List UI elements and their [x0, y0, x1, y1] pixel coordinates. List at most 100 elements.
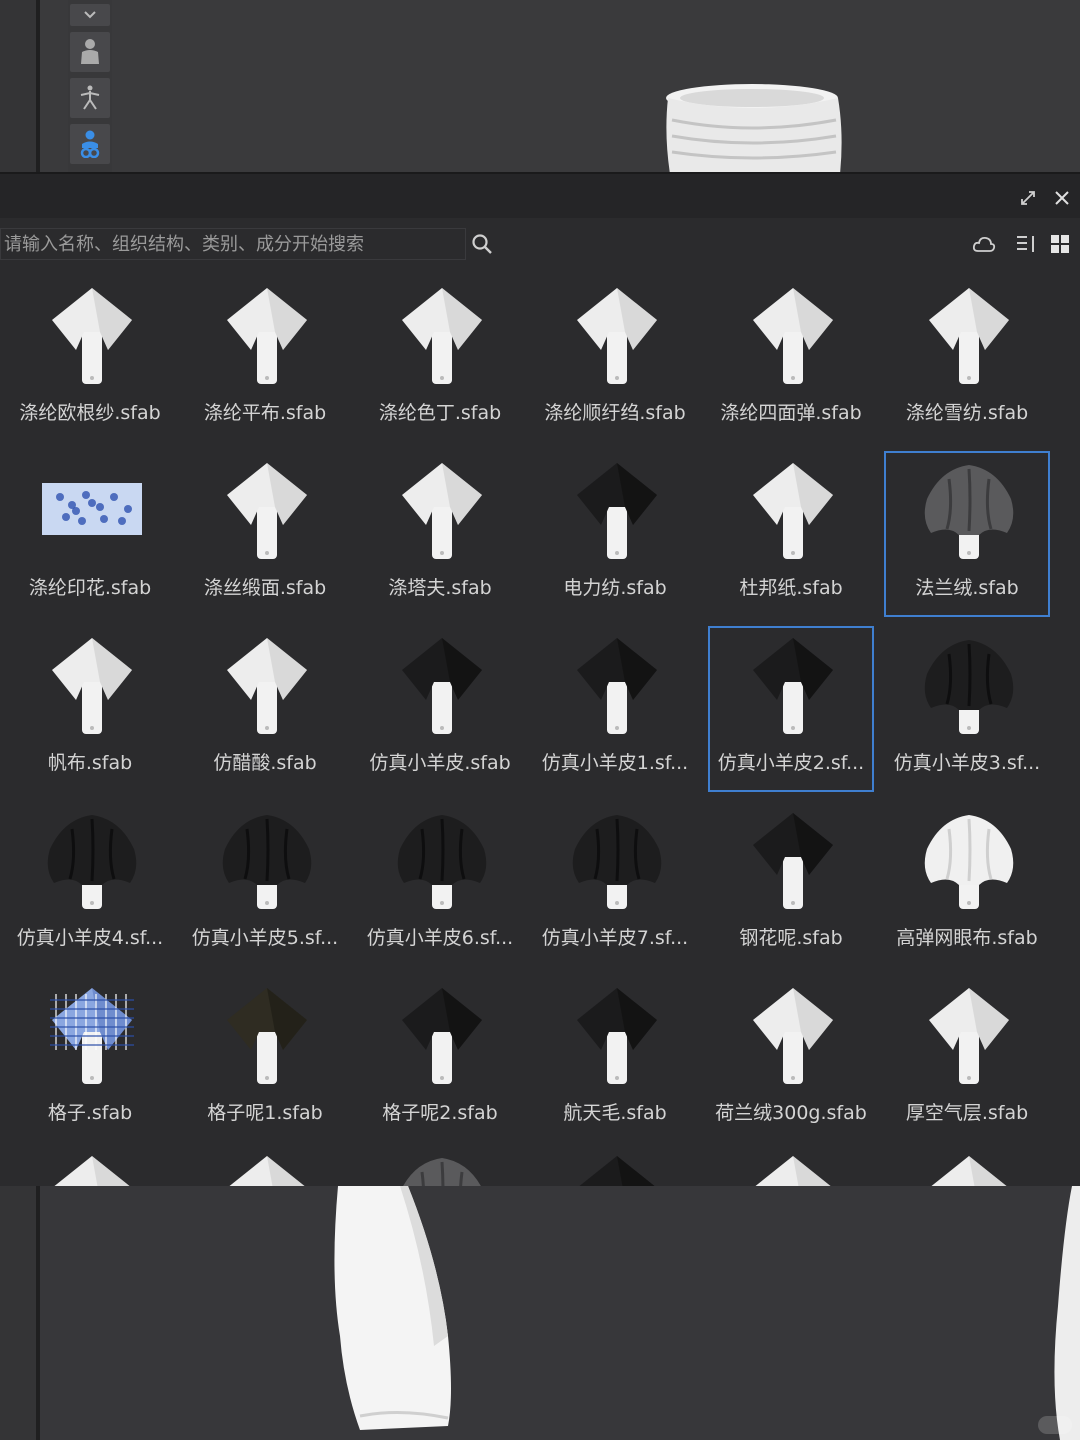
- fabric-item[interactable]: 帆布.sfab: [7, 626, 173, 792]
- fabric-thumbnail: [217, 809, 317, 909]
- fabric-label: 杜邦纸.sfab: [739, 577, 843, 599]
- fabric-avatar-button[interactable]: [70, 124, 110, 164]
- fabric-thumbnail-partial: [392, 1152, 492, 1186]
- fabric-label: 仿真小羊皮3.sf...: [893, 752, 1041, 774]
- expand-icon: [1021, 191, 1035, 205]
- fabric-item[interactable]: 格子呢1.sfab: [182, 976, 348, 1142]
- fabric-item[interactable]: 涤塔夫.sfab: [357, 451, 523, 617]
- cloud-icon: [972, 236, 996, 252]
- close-icon: [1055, 191, 1069, 205]
- fabric-thumbnail: [217, 634, 317, 734]
- fabric-grid: 涤纶欧根纱.sfab 涤纶平布.sfab 涤纶色丁.sfab 涤纶顺纡绉.sfa…: [0, 276, 1080, 1186]
- fabric-item[interactable]: 仿真小羊皮6.sf...: [357, 801, 523, 967]
- fabric-label: 仿真小羊皮2.sf...: [717, 752, 865, 774]
- fabric-item[interactable]: 涤纶顺纡绉.sfab: [532, 276, 698, 442]
- fabric-item[interactable]: 涤纶印花.sfab: [7, 451, 173, 617]
- fabric-item[interactable]: 法兰绒.sfab: [884, 451, 1050, 617]
- fabric-label: 电力纺.sfab: [563, 577, 667, 599]
- skeleton-icon: [80, 85, 100, 110]
- fabric-thumbnail: [42, 984, 142, 1084]
- garment-waist-render: [666, 84, 842, 172]
- fabric-thumbnail: [919, 984, 1019, 1084]
- fabric-item[interactable]: 涤纶平布.sfab: [182, 276, 348, 442]
- fabric-label: 航天毛.sfab: [563, 1102, 667, 1124]
- fabric-thumbnail-partial: [42, 1152, 142, 1186]
- fabric-thumbnail: [743, 284, 843, 384]
- fabric-thumbnail: [567, 984, 667, 1084]
- collapse-toolbar-button[interactable]: [70, 4, 110, 26]
- left-side-strip: [0, 0, 40, 172]
- chevron-down-icon: [84, 11, 96, 19]
- fabric-thumbnail-partial: [567, 1152, 667, 1186]
- close-panel-button[interactable]: [1050, 186, 1074, 210]
- fabric-label: 涤纶色丁.sfab: [378, 402, 502, 424]
- fabric-label: 涤纶平布.sfab: [203, 402, 327, 424]
- fabric-thumbnail: [567, 459, 667, 559]
- fabric-item[interactable]: 涤丝缎面.sfab: [182, 451, 348, 617]
- fabric-item[interactable]: 仿醋酸.sfab: [182, 626, 348, 792]
- fabric-label: 格子呢1.sfab: [207, 1102, 323, 1124]
- fabric-thumbnail: [42, 284, 142, 384]
- fabric-item[interactable]: 仿真小羊皮.sfab: [357, 626, 523, 792]
- fabric-library-panel: 涤纶欧根纱.sfab 涤纶平布.sfab 涤纶色丁.sfab 涤纶顺纡绉.sfa…: [0, 172, 1080, 1186]
- fabric-thumbnail: [392, 634, 492, 734]
- fabric-item[interactable]: 涤纶色丁.sfab: [357, 276, 523, 442]
- fabric-item[interactable]: 格子呢2.sfab: [357, 976, 523, 1142]
- fabric-thumbnail: [42, 809, 142, 909]
- fabric-label: 涤纶顺纡绉.sfab: [544, 402, 686, 424]
- panel-titlebar: [0, 172, 1080, 218]
- skeleton-button[interactable]: [70, 78, 110, 118]
- fabric-label: 高弹网眼布.sfab: [896, 927, 1038, 949]
- fabric-item[interactable]: 仿真小羊皮4.sf...: [7, 801, 173, 967]
- fabric-thumbnail-partial: [743, 1152, 843, 1186]
- fabric-item[interactable]: 仿真小羊皮1.sf...: [532, 626, 698, 792]
- search-button[interactable]: [468, 230, 496, 258]
- fabric-item[interactable]: 电力纺.sfab: [532, 451, 698, 617]
- fabric-item[interactable]: 涤纶欧根纱.sfab: [7, 276, 173, 442]
- fabric-thumbnail: [392, 984, 492, 1084]
- fabric-label: 荷兰绒300g.sfab: [715, 1102, 867, 1124]
- fabric-item[interactable]: 涤纶雪纺.sfab: [884, 276, 1050, 442]
- grid-view-button[interactable]: [1046, 230, 1074, 258]
- fabric-thumbnail: [42, 459, 142, 559]
- fabric-label: 仿真小羊皮7.sf...: [541, 927, 689, 949]
- watermark-badge: [1038, 1416, 1072, 1434]
- fabric-item[interactable]: 仿真小羊皮2.sf...: [708, 626, 874, 792]
- fabric-thumbnail-partial: [217, 1152, 317, 1186]
- fabric-thumbnail: [743, 459, 843, 559]
- fabric-thumbnail: [743, 809, 843, 909]
- fabric-item[interactable]: 荷兰绒300g.sfab: [708, 976, 874, 1142]
- fabric-label: 仿真小羊皮4.sf...: [16, 927, 164, 949]
- fabric-item[interactable]: 航天毛.sfab: [532, 976, 698, 1142]
- list-view-button[interactable]: [1012, 230, 1040, 258]
- avatar-toolbar: [68, 0, 112, 172]
- left-side-strip-bottom: [0, 1186, 40, 1440]
- fabric-label: 法兰绒.sfab: [915, 577, 1019, 599]
- fabric-label: 涤纶印花.sfab: [28, 577, 152, 599]
- fabric-item[interactable]: 涤纶四面弹.sfab: [708, 276, 874, 442]
- garment-sleeve-render: [334, 1186, 451, 1430]
- fabric-label: 帆布.sfab: [47, 752, 133, 774]
- expand-panel-button[interactable]: [1016, 186, 1040, 210]
- fabric-thumbnail: [392, 459, 492, 559]
- fabric-label: 钢花呢.sfab: [739, 927, 843, 949]
- fabric-item[interactable]: 仿真小羊皮5.sf...: [182, 801, 348, 967]
- fabric-item[interactable]: 钢花呢.sfab: [708, 801, 874, 967]
- fabric-thumbnail: [217, 459, 317, 559]
- fabric-item[interactable]: 仿真小羊皮7.sf...: [532, 801, 698, 967]
- search-icon: [472, 234, 492, 254]
- fabric-label: 仿醋酸.sfab: [213, 752, 317, 774]
- fabric-thumbnail: [217, 284, 317, 384]
- fabric-item[interactable]: 高弹网眼布.sfab: [884, 801, 1050, 967]
- search-input[interactable]: [0, 228, 466, 260]
- bottom-viewport[interactable]: [0, 1186, 1080, 1440]
- avatar-button[interactable]: [70, 32, 110, 72]
- fabric-item[interactable]: 厚空气层.sfab: [884, 976, 1050, 1142]
- fabric-item[interactable]: 仿真小羊皮3.sf...: [884, 626, 1050, 792]
- top-viewport[interactable]: [0, 0, 1080, 172]
- search-toolbar: [0, 224, 1080, 264]
- fabric-item[interactable]: 格子.sfab: [7, 976, 173, 1142]
- cloud-library-button[interactable]: [970, 230, 998, 258]
- fabric-item[interactable]: 杜邦纸.sfab: [708, 451, 874, 617]
- fabric-label: 仿真小羊皮.sfab: [369, 752, 511, 774]
